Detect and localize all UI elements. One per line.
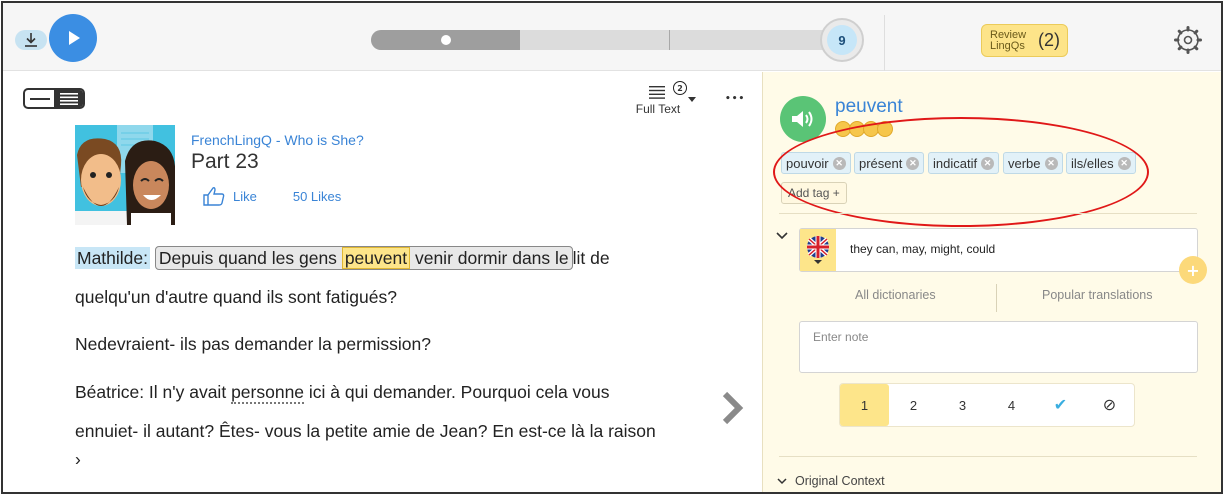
view-toggle[interactable] xyxy=(23,88,85,109)
status-level-bar: 1 2 3 4 ✔ ⊘ xyxy=(839,383,1135,427)
speaker-word[interactable]: Mathilde: xyxy=(75,247,151,269)
download-icon xyxy=(25,33,37,47)
thumbs-up-icon[interactable] xyxy=(203,186,225,206)
original-context-toggle[interactable]: Original Context xyxy=(777,474,885,488)
review-lingqs-button[interactable]: Review LingQs (2) xyxy=(981,24,1068,57)
like-button[interactable]: Like xyxy=(233,189,257,204)
page-number: 9 xyxy=(827,25,857,55)
player-toolbar: 9 Review LingQs (2) xyxy=(3,3,1221,71)
text-line-4: Béatrice: Il n'y avait personne ici à qu… xyxy=(75,382,610,404)
section-divider xyxy=(779,456,1197,457)
note-placeholder: Enter note xyxy=(813,330,869,344)
selected-phrase[interactable]: Depuis quand les gens peuvent venir dorm… xyxy=(154,246,573,270)
known-check-icon[interactable]: ✔ xyxy=(1036,384,1085,426)
view-mode-label: Full Text xyxy=(635,102,681,116)
gear-icon[interactable] xyxy=(1173,25,1203,55)
uk-flag-icon xyxy=(807,236,829,264)
lesson-progress-bar[interactable] xyxy=(371,30,833,50)
play-icon xyxy=(69,31,80,45)
review-count: (2) xyxy=(1038,30,1060,50)
review-label: Review LingQs xyxy=(990,28,1027,52)
tab-separator xyxy=(996,284,997,312)
full-text-dropdown[interactable]: 2 Full Text xyxy=(633,80,699,120)
status-level-3[interactable]: 3 xyxy=(938,384,987,426)
tab-popular-translations[interactable]: Popular translations xyxy=(1042,288,1152,302)
page-number-badge[interactable]: 9 xyxy=(820,18,864,62)
word-details-panel: peuvent pouvoir ✕ présent ✕ indicatif ✕ ver… xyxy=(762,72,1221,492)
toolbar-divider xyxy=(884,15,885,71)
status-level-4[interactable]: 4 xyxy=(987,384,1036,426)
annotation-ellipse xyxy=(773,117,1149,227)
meaning-box[interactable]: they can, may, might, could xyxy=(799,228,1198,272)
more-options-button[interactable]: ••• xyxy=(725,94,745,104)
section-divider xyxy=(779,213,1197,214)
likes-count[interactable]: 50 Likes xyxy=(293,189,341,204)
lesson-title: Part 23 xyxy=(191,150,259,173)
add-meaning-button[interactable]: + xyxy=(1179,256,1207,284)
speaker-icon xyxy=(792,111,813,127)
text-lines-icon xyxy=(649,86,665,99)
like-area: Like 50 Likes xyxy=(203,186,341,206)
page-view-button[interactable] xyxy=(54,90,83,107)
lingq-word-peuvent[interactable]: peuvent xyxy=(341,247,411,269)
sentence-view-button[interactable] xyxy=(25,90,54,107)
text-line-2[interactable]: quelqu'un d'autre quand ils sont fatigué… xyxy=(75,287,397,308)
dictionary-tabs: All dictionaries Popular translations xyxy=(799,284,1198,312)
reader-pane: 2 Full Text ••• FrenchLingQ - Who is She… xyxy=(3,72,761,492)
meaning-text[interactable]: they can, may, might, could xyxy=(850,242,995,256)
ignore-icon[interactable]: ⊘ xyxy=(1085,384,1134,426)
note-field[interactable]: Enter note xyxy=(799,321,1198,373)
chevron-down-icon[interactable] xyxy=(776,232,788,240)
view-mode-badge: 2 xyxy=(673,81,687,95)
text-line-3[interactable]: Nedevraient- ils pas demander la permiss… xyxy=(75,334,431,355)
play-button[interactable] xyxy=(49,14,97,62)
status-level-1[interactable]: 1 xyxy=(840,384,889,426)
course-title-link[interactable]: FrenchLingQ - Who is She? xyxy=(191,132,364,148)
lesson-illustration xyxy=(75,125,175,225)
original-context-label: Original Context xyxy=(795,474,885,488)
line-icon xyxy=(29,97,50,100)
lines-icon xyxy=(59,92,78,105)
text-line-6[interactable]: › xyxy=(75,449,81,470)
status-level-2[interactable]: 2 xyxy=(889,384,938,426)
tab-all-dictionaries[interactable]: All dictionaries xyxy=(855,288,936,302)
caret-down-icon xyxy=(688,97,696,102)
selected-term: peuvent xyxy=(835,96,903,117)
chevron-right-icon[interactable] xyxy=(719,390,745,426)
language-selector[interactable] xyxy=(800,229,836,271)
text-line-1: Mathilde: Depuis quand les gens peuvent … xyxy=(75,246,610,270)
line4-before[interactable]: Béatrice: Il n'y avait xyxy=(75,382,226,402)
phrase-before[interactable]: Depuis quand les gens xyxy=(159,248,337,268)
chevron-down-icon xyxy=(777,478,787,485)
line4-after[interactable]: ici à qui demander. Pourquoi cela vous xyxy=(309,382,610,402)
known-word-personne[interactable]: personne xyxy=(231,382,305,404)
app-window: 9 Review LingQs (2) 2 Full Text ••• Fren… xyxy=(1,1,1223,494)
text-line-5[interactable]: ennuiet- il autant? Êtes- vous la petite… xyxy=(75,421,656,442)
lesson-thumbnail[interactable] xyxy=(75,125,175,225)
progress-tick xyxy=(669,30,670,50)
phrase-after[interactable]: venir dormir dans le xyxy=(415,248,569,268)
progress-handle[interactable] xyxy=(441,35,451,45)
download-button[interactable] xyxy=(15,30,47,50)
text-rest[interactable]: lit de xyxy=(573,248,610,268)
